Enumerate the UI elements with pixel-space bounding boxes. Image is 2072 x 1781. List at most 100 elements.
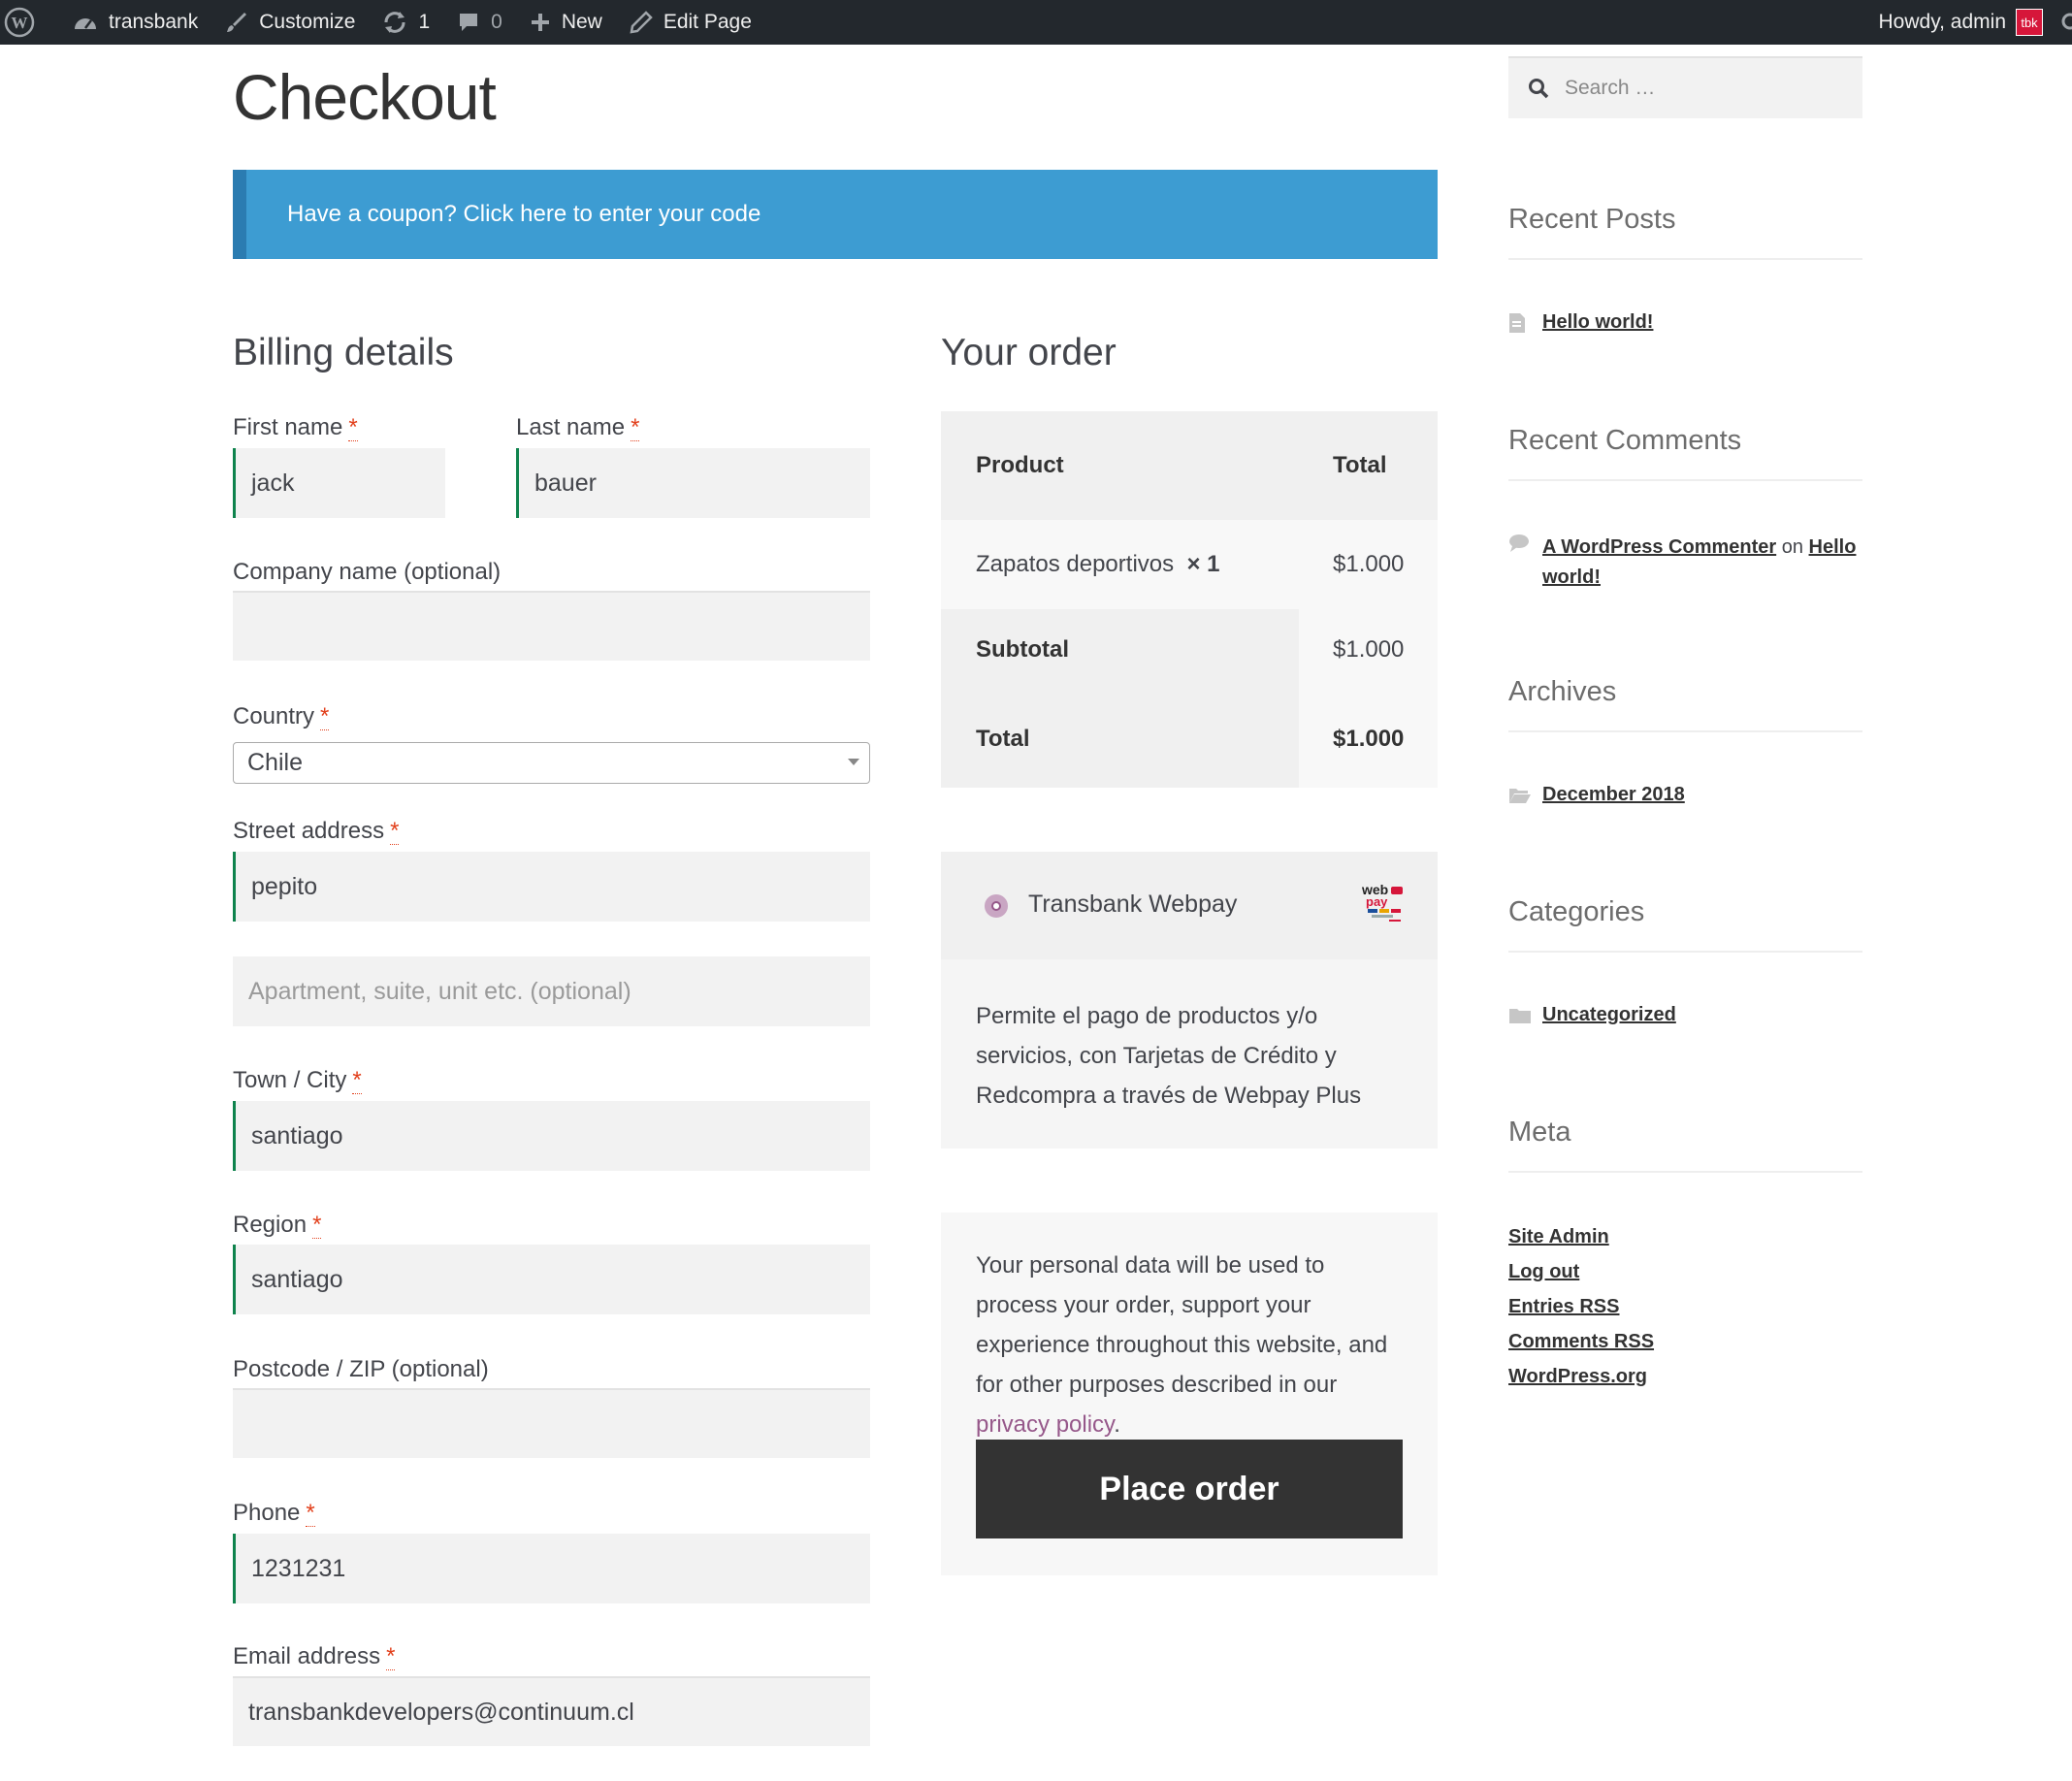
folder-open-icon [1508, 787, 1532, 809]
plus-icon [530, 12, 551, 33]
folder-icon [1508, 1007, 1532, 1029]
customize-button[interactable]: Customize [211, 0, 369, 45]
meta-comments-rss-link[interactable]: Comments RSS [1508, 1331, 1654, 1353]
meta-entries-rss-link[interactable]: Entries RSS [1508, 1296, 1619, 1318]
comment-bubble-icon [457, 11, 480, 34]
region-field[interactable]: santiago [233, 1245, 870, 1314]
required-mark: * [312, 1212, 322, 1239]
howdy-text: Howdy, admin [1878, 11, 2007, 33]
street-address-field[interactable]: pepito [233, 852, 870, 922]
place-order-button[interactable]: Place order [976, 1440, 1403, 1538]
total-column-header: Total [1333, 452, 1387, 478]
payment-description: Permite el pago de productos y/o servici… [976, 1003, 1362, 1109]
town-city-label: Town / City * [233, 1067, 362, 1094]
search-placeholder: Search … [1565, 77, 1656, 99]
avatar: tbk [2016, 9, 2043, 36]
country-select[interactable]: Chile [233, 742, 870, 784]
new-content-button[interactable]: New [516, 0, 616, 45]
recent-post-link[interactable]: Hello world! [1542, 311, 1653, 334]
wordpress-logo-button[interactable]: W [0, 0, 59, 45]
order-item-row: Zapatos deportivos × 1 $1.000 [941, 520, 1438, 609]
town-city-field[interactable]: santiago [233, 1101, 870, 1171]
last-name-field[interactable]: bauer [516, 448, 870, 518]
svg-text:W: W [12, 14, 28, 32]
search-icon [1528, 78, 1549, 99]
payment-method-label[interactable]: Transbank Webpay [1028, 890, 1237, 919]
phone-label: Phone * [233, 1500, 315, 1527]
company-name-field[interactable] [233, 591, 870, 661]
email-field[interactable]: transbankdevelopers@continuum.cl [233, 1676, 870, 1746]
country-label: Country * [233, 703, 330, 730]
paintbrush-icon [225, 11, 248, 34]
search-icon [2060, 12, 2072, 33]
subtotal-label: Subtotal [976, 636, 1069, 663]
comments-count: 0 [491, 11, 502, 33]
meta-site-admin-link[interactable]: Site Admin [1508, 1226, 1609, 1248]
order-totals: Subtotal $1.000 Total $1.000 [941, 609, 1438, 788]
page-title: Checkout [233, 61, 497, 133]
payment-method-option[interactable]: Transbank Webpay web pay [941, 852, 1438, 959]
region-label: Region * [233, 1212, 322, 1239]
order-item-total: $1.000 [1333, 551, 1405, 577]
subtotal-value: $1.000 [1333, 636, 1405, 663]
postcode-field[interactable] [233, 1388, 870, 1458]
categories-heading: Categories [1508, 896, 1862, 953]
order-table-header: Product Total [941, 411, 1438, 520]
product-column-header: Product [976, 452, 1064, 478]
order-item-qty: × 1 [1186, 551, 1220, 577]
admin-bar: W transbank Customize 1 0 New Edit Page … [0, 0, 2072, 45]
archive-link[interactable]: December 2018 [1542, 784, 1685, 806]
recent-comments-heading: Recent Comments [1508, 425, 1862, 481]
required-mark: * [352, 1067, 362, 1094]
street-address-label: Street address * [233, 818, 400, 845]
total-value: $1.000 [1333, 726, 1405, 752]
search-input[interactable]: Search … [1508, 56, 1862, 118]
comment-author-link[interactable]: A WordPress Commenter [1542, 536, 1776, 558]
billing-details-heading: Billing details [233, 332, 454, 373]
site-name: transbank [109, 11, 199, 33]
apartment-field[interactable]: Apartment, suite, unit etc. (optional) [233, 956, 870, 1026]
first-name-field[interactable]: jack [233, 448, 445, 518]
new-label: New [561, 11, 602, 33]
total-label: Total [976, 726, 1030, 752]
recent-posts-heading: Recent Posts [1508, 204, 1862, 260]
dashboard-icon [73, 12, 98, 33]
meta-heading: Meta [1508, 1117, 1862, 1173]
edit-page-button[interactable]: Edit Page [616, 0, 765, 45]
email-label: Email address * [233, 1643, 396, 1670]
postcode-label: Postcode / ZIP (optional) [233, 1356, 489, 1382]
wordpress-logo-icon: W [4, 7, 35, 38]
updates-button[interactable]: 1 [369, 0, 443, 45]
your-order-heading: Your order [941, 332, 1117, 373]
country-selected-value: Chile [247, 749, 303, 776]
coupon-notice-link[interactable]: Have a coupon? Click here to enter your … [233, 170, 1438, 259]
meta-wordpress-org-link[interactable]: WordPress.org [1508, 1366, 1647, 1388]
place-order-box: Your personal data will be used to proce… [941, 1213, 1438, 1575]
payment-radio[interactable] [985, 894, 1008, 918]
document-icon [1508, 312, 1526, 339]
admin-search-button[interactable] [2051, 0, 2072, 45]
pencil-icon [630, 11, 653, 34]
customize-label: Customize [259, 11, 356, 33]
edit-page-label: Edit Page [663, 11, 752, 33]
meta-log-out-link[interactable]: Log out [1508, 1261, 1579, 1283]
required-mark: * [631, 414, 640, 441]
first-name-label: First name * [233, 414, 358, 441]
chevron-down-icon [848, 759, 859, 765]
webpay-logo: web pay [1360, 881, 1405, 923]
comment-bubble-icon [1508, 534, 1530, 558]
site-name-button[interactable]: transbank [59, 0, 211, 45]
required-mark: * [390, 818, 400, 845]
category-link[interactable]: Uncategorized [1542, 1004, 1676, 1026]
svg-text:pay: pay [1366, 894, 1388, 909]
my-account-button[interactable]: Howdy, admin tbk [1865, 0, 2052, 45]
privacy-policy-link[interactable]: privacy policy [976, 1411, 1114, 1438]
comments-button[interactable]: 0 [443, 0, 516, 45]
privacy-notice: Your personal data will be used to proce… [976, 1252, 1388, 1438]
required-mark: * [386, 1643, 396, 1670]
required-mark: * [320, 703, 330, 730]
recent-comment-item: A WordPress Commenter on Hello world! [1542, 536, 1857, 588]
updates-icon [382, 11, 407, 34]
payment-description-box: Permite el pago de productos y/o servici… [941, 959, 1438, 1149]
phone-field[interactable]: 1231231 [233, 1534, 870, 1603]
